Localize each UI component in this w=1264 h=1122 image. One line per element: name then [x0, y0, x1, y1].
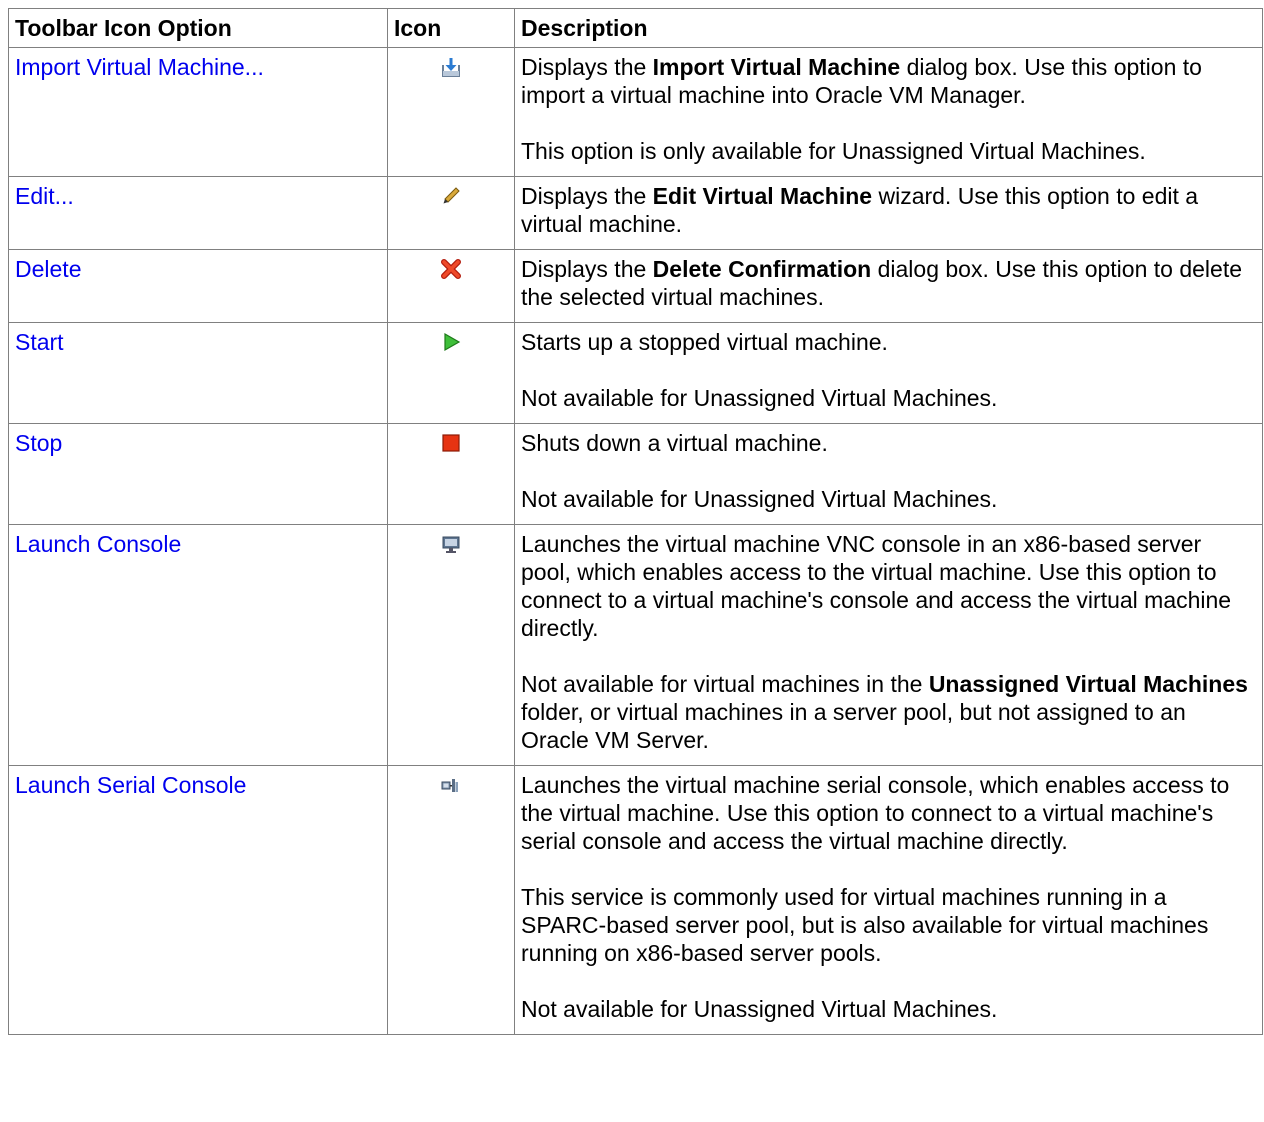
description-cell: Starts up a stopped virtual machine. Not …	[514, 322, 1263, 424]
description-text: Not available for Unassigned Virtual Mac…	[521, 385, 998, 411]
description-text: This option is only available for Unassi…	[521, 138, 1146, 164]
import-icon	[440, 56, 462, 78]
table-row: Start Starts up a stopped virtual machine…	[8, 322, 1263, 424]
table-row: Import Virtual Machine... Displays the Im…	[8, 47, 1263, 177]
option-cell: Launch Serial Console	[8, 765, 388, 1035]
option-cell: Launch Console	[8, 524, 388, 766]
description-paragraph: Displays the Delete Confirmation dialog …	[521, 255, 1256, 311]
description-cell: Launches the virtual machine VNC console…	[514, 524, 1263, 766]
description-paragraph: Shuts down a virtual machine.	[521, 429, 1256, 457]
icon-cell	[387, 524, 515, 766]
option-cell: Start	[8, 322, 388, 424]
option-cell: Edit...	[8, 176, 388, 250]
description-text: Launches the virtual machine VNC console…	[521, 531, 1232, 641]
option-link[interactable]: Import Virtual Machine...	[15, 54, 264, 80]
description-text: Displays the	[521, 256, 653, 282]
description-emphasis: Edit Virtual Machine	[652, 183, 873, 209]
description-cell: Displays the Delete Confirmation dialog …	[514, 249, 1263, 323]
option-link[interactable]: Start	[15, 329, 64, 355]
header-icon: Icon	[387, 8, 515, 48]
description-paragraph: Not available for virtual machines in th…	[521, 670, 1256, 754]
stop-icon	[440, 432, 462, 454]
description-text: This service is commonly used for virtua…	[521, 884, 1209, 966]
icon-cell	[387, 322, 515, 424]
table-row: Stop Shuts down a virtual machine. Not ava…	[8, 423, 1263, 525]
description-paragraph: Launches the virtual machine serial cons…	[521, 771, 1256, 855]
icon-cell	[387, 47, 515, 177]
monitor-icon	[440, 533, 462, 555]
header-toolbar-icon-option: Toolbar Icon Option	[8, 8, 388, 48]
description-text: Starts up a stopped virtual machine.	[521, 329, 888, 355]
option-cell: Delete	[8, 249, 388, 323]
description-paragraph: Not available for Unassigned Virtual Mac…	[521, 384, 1256, 412]
icon-cell	[387, 176, 515, 250]
description-paragraph: Starts up a stopped virtual machine.	[521, 328, 1256, 356]
description-paragraph: This service is commonly used for virtua…	[521, 883, 1256, 967]
description-cell: Shuts down a virtual machine. Not availab…	[514, 423, 1263, 525]
description-text: Not available for virtual machines in th…	[521, 671, 929, 697]
header-description: Description	[514, 8, 1263, 48]
description-text: Not available for Unassigned Virtual Mac…	[521, 486, 998, 512]
description-text: Launches the virtual machine serial cons…	[521, 772, 1230, 854]
option-link[interactable]: Edit...	[15, 183, 74, 209]
icon-cell	[387, 423, 515, 525]
description-emphasis: Delete Confirmation	[652, 256, 872, 282]
description-cell: Displays the Import Virtual Machine dial…	[514, 47, 1263, 177]
description-emphasis: Unassigned Virtual Machines	[928, 671, 1248, 697]
serial-console-icon	[440, 774, 462, 796]
table-row: Edit... Displays the Edit Virtual Machine…	[8, 176, 1263, 250]
option-cell: Import Virtual Machine...	[8, 47, 388, 177]
play-icon	[440, 331, 462, 353]
description-cell: Displays the Edit Virtual Machine wizard…	[514, 176, 1263, 250]
description-text: folder, or virtual machines in a server …	[521, 699, 1186, 753]
option-link[interactable]: Launch Console	[15, 531, 181, 557]
description-paragraph: This option is only available for Unassi…	[521, 137, 1256, 165]
description-paragraph: Launches the virtual machine VNC console…	[521, 530, 1256, 642]
delete-x-icon	[440, 258, 462, 280]
description-paragraph: Not available for Unassigned Virtual Mac…	[521, 485, 1256, 513]
toolbar-options-table: Toolbar Icon Option Icon Description Imp…	[8, 8, 1263, 1035]
icon-cell	[387, 765, 515, 1035]
table-row: Launch Serial Console Launches the virtua…	[8, 765, 1263, 1035]
table-row: Launch Console Launches the virtual machi…	[8, 524, 1263, 766]
icon-cell	[387, 249, 515, 323]
description-paragraph: Displays the Edit Virtual Machine wizard…	[521, 182, 1256, 238]
option-link[interactable]: Launch Serial Console	[15, 772, 246, 798]
description-paragraph: Displays the Import Virtual Machine dial…	[521, 53, 1256, 109]
description-emphasis: Import Virtual Machine	[652, 54, 901, 80]
option-link[interactable]: Delete	[15, 256, 81, 282]
description-text: Shuts down a virtual machine.	[521, 430, 828, 456]
description-text: Not available for Unassigned Virtual Mac…	[521, 996, 998, 1022]
description-paragraph: Not available for Unassigned Virtual Mac…	[521, 995, 1256, 1023]
description-text: Displays the	[521, 183, 653, 209]
description-cell: Launches the virtual machine serial cons…	[514, 765, 1263, 1035]
pencil-icon	[440, 185, 462, 207]
description-text: Displays the	[521, 54, 653, 80]
option-cell: Stop	[8, 423, 388, 525]
table-row: Delete Displays the Delete Confirmation d…	[8, 249, 1263, 323]
table-header-row: Toolbar Icon Option Icon Description	[8, 8, 1263, 48]
option-link[interactable]: Stop	[15, 430, 62, 456]
